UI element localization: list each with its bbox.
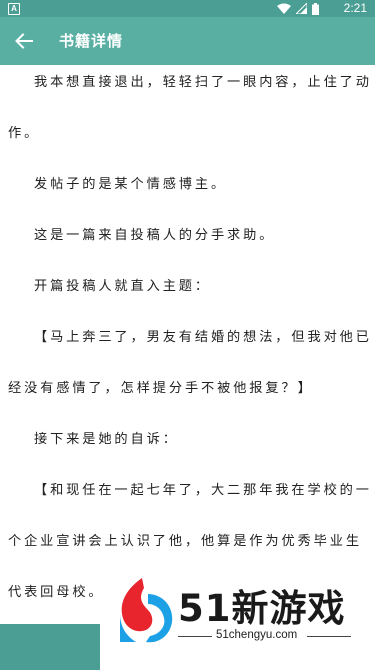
back-button[interactable] — [8, 25, 40, 57]
text-line: 我本想直接退出，轻轻扫了一眼内容，止住了动 — [34, 75, 372, 90]
watermark-brand: 51新游戏 — [178, 587, 346, 630]
text-line: 开篇投稿人就直入主题： — [34, 279, 211, 294]
app-notification-icon: A — [8, 3, 20, 15]
text-line: 个企业宣讲会上认识了他，他算是作为优秀毕业生 — [8, 534, 362, 549]
wifi-icon — [277, 3, 291, 14]
clock: 2:21 — [343, 1, 367, 15]
watermark: 51新游戏 51chengyu.com — [116, 574, 371, 650]
app-bar: 书籍详情 — [0, 17, 375, 65]
arrow-left-icon — [15, 33, 33, 49]
text-line: 发帖子的是某个情感博主。 — [34, 177, 228, 192]
watermark-domain: 51chengyu.com — [216, 629, 298, 641]
status-bar: A 2:21 — [0, 0, 375, 17]
text-line: 【和现任在一起七年了，大二那年我在学校的一 — [34, 483, 372, 498]
battery-icon — [312, 2, 319, 15]
watermark-rule-right — [307, 636, 351, 637]
text-line: 接下来是她的自诉： — [34, 432, 179, 447]
signal-icon — [296, 3, 307, 14]
text-line: 【马上奔三了，男友有结婚的想法，但我对他已 — [34, 330, 372, 345]
bottom-panel[interactable] — [0, 624, 100, 670]
text-line: 作。 — [8, 126, 41, 141]
system-icons — [277, 2, 319, 15]
text-line: 这是一篇来自投稿人的分手求助。 — [34, 228, 276, 243]
watermark-rule-left — [178, 636, 212, 637]
page-title: 书籍详情 — [59, 32, 124, 50]
watermark-logo-icon — [120, 578, 173, 643]
text-line: 经没有感情了，怎样提分手不被他报复？】 — [8, 381, 314, 396]
